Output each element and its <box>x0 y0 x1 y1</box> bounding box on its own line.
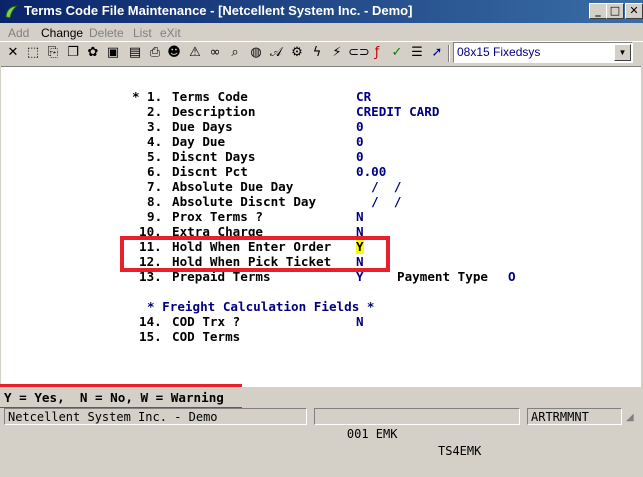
field-value[interactable]: N <box>356 254 364 269</box>
field-value[interactable]: CR <box>356 89 371 104</box>
field-label: Discnt Days <box>172 149 256 164</box>
window-title: Terms Code File Maintenance - [Netcellen… <box>24 3 413 18</box>
chevron-down-icon[interactable]: ▼ <box>614 44 631 61</box>
field-number: 6. <box>147 164 163 179</box>
field-number: 10. <box>139 224 162 239</box>
function-icon[interactable]: ƒ <box>368 44 386 62</box>
minimize-button[interactable]: _ <box>589 3 607 19</box>
title-bar: Terms Code File Maintenance - [Netcellen… <box>0 0 643 23</box>
app-icon <box>5 5 19 19</box>
field-value[interactable]: 0 <box>356 119 364 134</box>
field-label: Absolute Discnt Day <box>172 194 317 209</box>
globe-icon[interactable]: ◍ <box>247 44 265 62</box>
search-icon[interactable]: ⌕ <box>226 44 244 62</box>
field-marker: * <box>132 89 140 104</box>
field-number: 12. <box>139 254 162 269</box>
settings-icon[interactable]: ✿ <box>84 44 102 62</box>
field-value[interactable]: 0 <box>356 149 364 164</box>
freight-field-number: 14. <box>139 314 162 329</box>
menu-list[interactable]: List <box>133 26 152 40</box>
help-text: Y = Yes, N = No, W = Warning <box>4 390 224 405</box>
field-number: 7. <box>147 179 163 194</box>
field-number: 2. <box>147 104 163 119</box>
alert-icon[interactable]: ⚠ <box>186 44 204 62</box>
status-terminal: TS4EMK <box>438 444 482 458</box>
field-label: Prox Terms ? <box>172 209 263 224</box>
document-icon[interactable]: ▤ <box>126 44 144 62</box>
select-icon[interactable]: ⬚ <box>24 44 42 62</box>
checkmark-icon[interactable]: ✓ <box>388 44 406 62</box>
menu-add[interactable]: Add <box>8 26 29 40</box>
freight-field-value[interactable]: N <box>356 314 364 329</box>
cancel-icon[interactable]: ✕ <box>4 44 22 62</box>
maximize-button[interactable]: □ <box>606 3 624 19</box>
field-value[interactable]: N <box>356 209 364 224</box>
copy-icon[interactable]: ❐ <box>64 44 82 62</box>
field-number: 3. <box>147 119 163 134</box>
macro-icon[interactable]: ⚡ <box>328 44 346 62</box>
payment-type-label: Payment Type <box>397 269 488 284</box>
field-number: 11. <box>139 239 162 254</box>
status-session: 001 EMK TS4EMK <box>314 408 520 458</box>
status-bar: Netcellent System Inc. - Demo 001 EMK TS… <box>0 406 643 458</box>
field-number: 1. <box>147 89 163 104</box>
freight-field-number: 15. <box>139 329 162 344</box>
field-value[interactable]: 0.00 <box>356 164 386 179</box>
menu-delete[interactable]: Delete <box>89 26 124 40</box>
status-program: ARTRMMNT <box>527 408 622 425</box>
field-label: Prepaid Terms <box>172 269 271 284</box>
link-icon[interactable]: ⊂⊃ <box>348 44 370 62</box>
field-number: 8. <box>147 194 163 209</box>
binoculars-icon[interactable]: ∞ <box>206 44 224 62</box>
help-pointer-icon[interactable]: ➚ <box>428 44 446 62</box>
font-selector[interactable]: 08x15 Fixedsys ▼ <box>453 42 633 63</box>
field-label: Day Due <box>172 134 226 149</box>
field-label: Due Days <box>172 119 233 134</box>
user-icon[interactable]: ☻ <box>165 44 183 62</box>
freight-field-label: COD Terms <box>172 329 241 344</box>
field-number: 13. <box>139 269 162 284</box>
field-label: Hold When Pick Ticket <box>172 254 332 269</box>
terminal-screen <box>1 66 641 387</box>
field-label: Absolute Due Day <box>172 179 294 194</box>
close-button[interactable]: ✕ <box>625 3 643 19</box>
field-value[interactable]: 0 <box>356 134 364 149</box>
menu-change[interactable]: Change <box>41 26 83 40</box>
status-session-id: 001 EMK <box>346 427 398 441</box>
payment-type-value[interactable]: O <box>508 269 516 284</box>
field-label: Description <box>172 104 256 119</box>
print-icon[interactable]: ⎙ <box>146 44 164 62</box>
field-value[interactable]: CREDIT CARD <box>356 104 439 119</box>
menu-exit[interactable]: eXit <box>160 26 181 40</box>
toolbar-separator <box>448 45 450 62</box>
field-value[interactable]: Y <box>356 269 364 284</box>
field-label: Discnt Pct <box>172 164 248 179</box>
field-number: 5. <box>147 149 163 164</box>
field-number: 9. <box>147 209 163 224</box>
font-icon[interactable]: 𝒜 <box>267 44 285 62</box>
font-selector-value: 08x15 Fixedsys <box>457 45 541 59</box>
field-label: Terms Code <box>172 89 248 104</box>
menu-bar: Add Change Delete List eXit <box>0 24 643 42</box>
field-value[interactable]: / / <box>356 194 401 209</box>
tools-icon[interactable]: ⚙ <box>288 44 306 62</box>
field-value[interactable]: / / <box>356 179 401 194</box>
field-label: Extra Charge <box>172 224 263 239</box>
notes-icon[interactable]: ☰ <box>408 44 426 62</box>
window-icon[interactable]: ▣ <box>104 44 122 62</box>
field-number: 4. <box>147 134 163 149</box>
flash-icon[interactable]: ϟ <box>308 44 326 62</box>
paste-icon[interactable]: ⎘ <box>44 44 62 62</box>
field-value[interactable]: Y <box>356 239 364 254</box>
freight-field-label: COD Trx ? <box>172 314 241 329</box>
field-value[interactable]: N <box>356 224 364 239</box>
resize-grip-icon: ◢ <box>626 412 634 423</box>
field-label: Hold When Enter Order <box>172 239 332 254</box>
status-company: Netcellent System Inc. - Demo <box>4 408 307 425</box>
freight-heading: * Freight Calculation Fields * <box>147 299 375 314</box>
